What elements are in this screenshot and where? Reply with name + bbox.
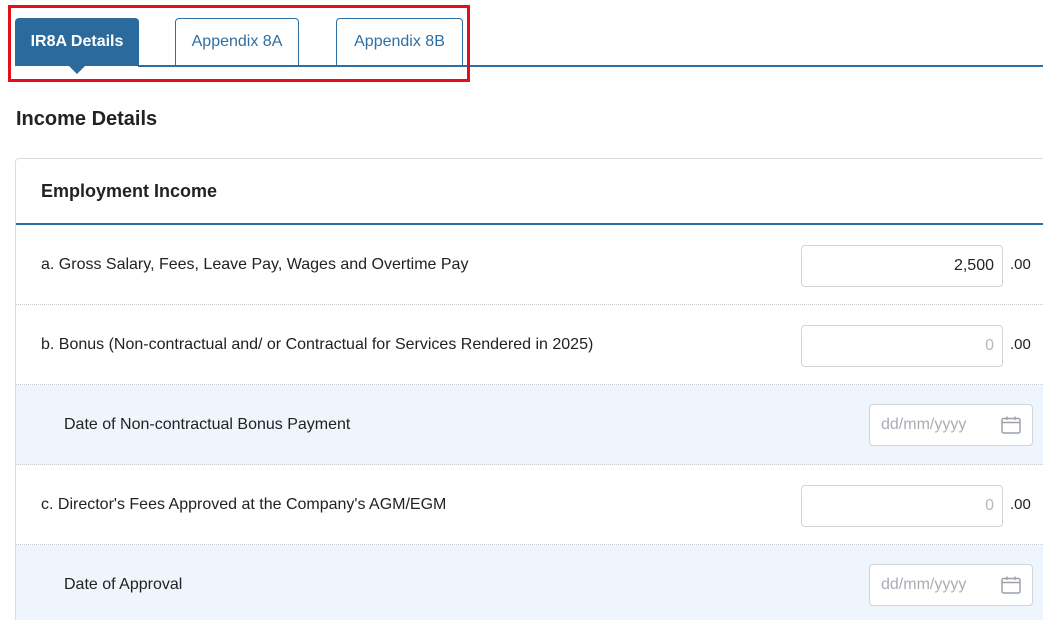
bonus-payment-date-input[interactable]: dd/mm/yyyy [869,404,1033,446]
tab-appendix-8a[interactable]: Appendix 8A [175,18,299,66]
row-label: Date of Approval [64,575,183,593]
tab-appendix-8b[interactable]: Appendix 8B [336,18,463,66]
date-placeholder: dd/mm/yyyy [881,416,967,433]
cents-suffix: .00 [1010,496,1031,513]
row-bonus: b. Bonus (Non-contractual and/ or Contra… [16,305,1043,385]
gross-salary-input[interactable]: 2,500 [801,245,1003,287]
calendar-icon[interactable] [1001,576,1021,594]
date-placeholder: dd/mm/yyyy [881,576,967,593]
card-title: Employment Income [16,159,1043,225]
row-bonus-payment-date: Date of Non-contractual Bonus Payment dd… [16,385,1043,465]
directors-fees-input[interactable]: 0 [801,485,1003,527]
bonus-input[interactable]: 0 [801,325,1003,367]
calendar-icon[interactable] [1001,416,1021,434]
row-label: b. Bonus (Non-contractual and/ or Contra… [41,335,594,353]
section-title: Income Details [16,108,158,130]
row-label: a. Gross Salary, Fees, Leave Pay, Wages … [41,255,469,273]
cents-suffix: .00 [1010,336,1031,353]
row-directors-fees: c. Director's Fees Approved at the Compa… [16,465,1043,545]
approval-date-input[interactable]: dd/mm/yyyy [869,564,1033,606]
row-label: Date of Non-contractual Bonus Payment [64,415,351,433]
row-approval-date: Date of Approval dd/mm/yyyy [16,545,1043,620]
row-gross-salary: a. Gross Salary, Fees, Leave Pay, Wages … [16,225,1043,305]
tab-ir8a-details[interactable]: IR8A Details [15,18,139,74]
row-label: c. Director's Fees Approved at the Compa… [41,495,447,513]
tab-bar: IR8A Details Appendix 8A Appendix 8B [0,0,1043,82]
employment-income-card: Employment Income a. Gross Salary, Fees,… [15,158,1043,620]
cents-suffix: .00 [1010,256,1031,273]
